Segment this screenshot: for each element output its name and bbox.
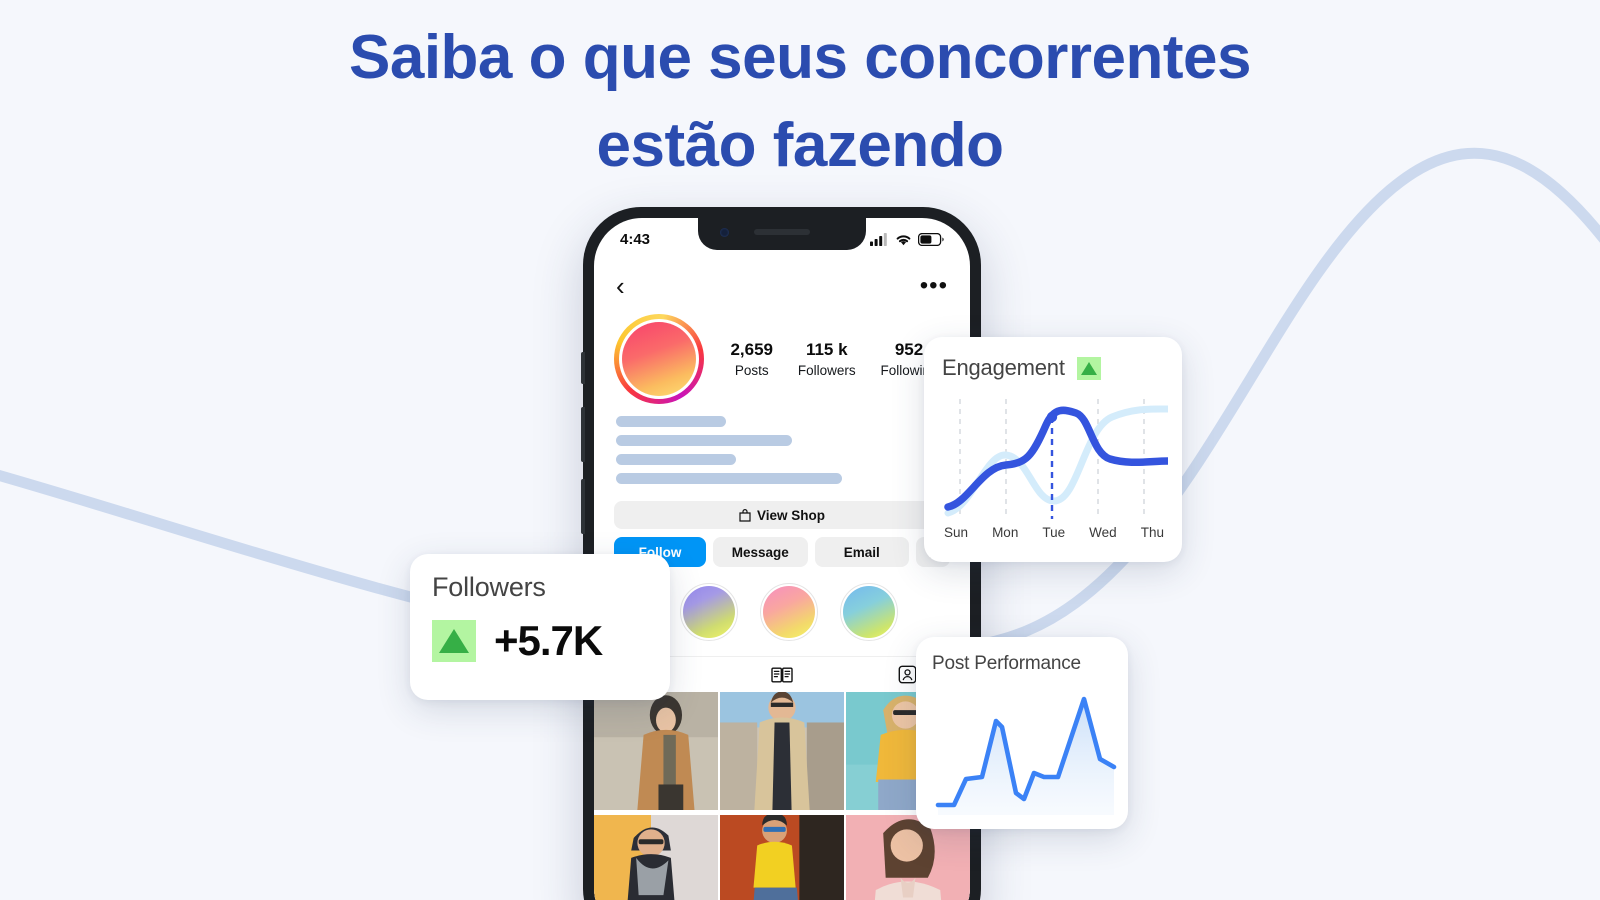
phone-notch [698,218,866,250]
followers-value: +5.7K [494,617,603,664]
bio-line [616,435,792,446]
profile-stats: 2,659 Posts 115 k Followers 952 Followin… [704,339,950,379]
cellular-signal-icon [870,232,887,246]
photo-grid [594,692,970,900]
shopping-bag-icon [739,508,751,522]
battery-icon [918,232,944,246]
view-shop-button[interactable]: View Shop [614,501,950,529]
engagement-card: Engagement Sun Mon Tue Wed Thu [924,337,1182,562]
profile-header: 2,659 Posts 115 k Followers 952 Followin… [594,314,970,404]
grid-photo[interactable] [594,815,718,900]
headline-line-1: Saiba o que seus concorrentes [348,23,1252,92]
profile-nav-bar: ‹ ••• [594,266,970,306]
wifi-icon [896,234,911,245]
stat-followers[interactable]: 115 k Followers [798,339,856,379]
status-bar-time: 4:43 [620,230,651,248]
engagement-card-header: Engagement [942,355,1166,381]
engagement-tick: Sun [944,525,969,540]
stat-posts-value: 2,659 [730,339,773,359]
stat-followers-label: Followers [797,362,856,378]
followers-card: Followers +5.7K [410,554,670,700]
followers-card-title: Followers [432,572,546,602]
phone-volume-down-button [581,479,585,534]
stat-posts-label: Posts [734,362,769,378]
bio-line [616,473,842,484]
engagement-tick: Wed [1089,525,1117,540]
engagement-card-title: Engagement [942,355,1065,380]
engagement-x-axis: Sun Mon Tue Wed Thu [942,525,1166,540]
email-button[interactable]: Email [814,537,909,567]
tagged-person-icon [898,665,917,684]
avatar[interactable] [614,314,704,404]
page-headline: Saiba o que seus concorrentes estão faze… [0,14,1600,190]
story-highlight-3[interactable] [840,583,898,641]
grid-photo[interactable] [720,815,844,900]
phone-volume-up-button [581,407,585,462]
earpiece-speaker [754,229,810,235]
more-options-button[interactable]: ••• [920,274,948,298]
bio-placeholder [616,416,948,492]
engagement-tick: Thu [1140,525,1164,540]
followers-value-row: +5.7K [432,617,670,665]
story-highlight-1[interactable] [680,583,738,641]
phone-silent-switch [581,352,585,384]
engagement-tick: Tue [1042,525,1066,540]
grid-photo[interactable] [720,692,844,810]
triangle-up-icon [1076,356,1101,380]
post-performance-card: Post Performance [916,637,1128,829]
engagement-primary-series [944,406,1168,511]
avatar-image [622,322,696,396]
post-performance-card-title: Post Performance [932,653,1081,674]
tab-guides[interactable] [719,666,844,684]
book-icon [771,667,793,683]
view-shop-label: View Shop [756,507,825,523]
engagement-tick: Mon [992,525,1019,540]
stat-posts[interactable]: 2,659 Posts [730,339,773,379]
story-highlight-2[interactable] [760,583,818,641]
engagement-marker-dot [1046,411,1058,423]
triangle-up-icon [432,620,476,662]
bio-line [616,454,736,465]
back-button[interactable]: ‹ [616,273,625,299]
post-performance-chart [935,696,1117,815]
engagement-chart [944,399,1168,519]
headline-line-2: estão fazendo [596,111,1004,181]
grid-photo[interactable] [594,692,718,810]
bio-line [616,416,726,427]
front-camera [720,228,729,237]
message-button[interactable]: Message [713,537,808,567]
stat-followers-value: 115 k [805,339,848,359]
